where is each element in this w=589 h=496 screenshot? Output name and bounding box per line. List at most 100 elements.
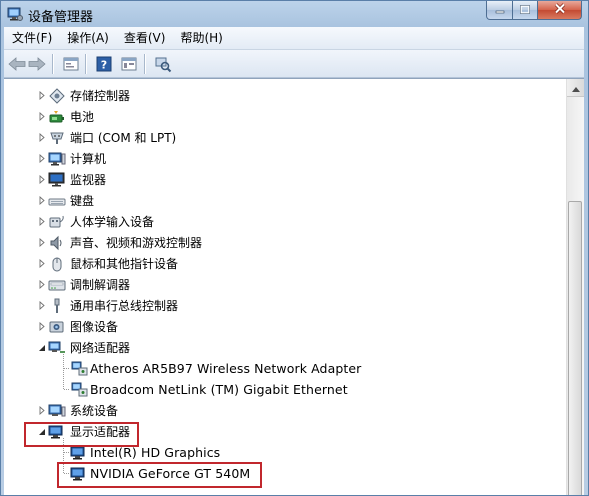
computer-icon	[48, 150, 66, 168]
tree-category-hid[interactable]: 人体学输入设备	[4, 211, 564, 232]
vertical-scrollbar[interactable]	[566, 79, 584, 495]
toolbar-separator	[85, 54, 87, 74]
expanded-arrow-icon[interactable]	[37, 427, 46, 436]
tree-category-mouse[interactable]: 鼠标和其他指针设备	[4, 253, 564, 274]
tree-category-label: 人体学输入设备	[70, 215, 155, 229]
usb-icon	[48, 297, 66, 315]
tree-category-label: 网络适配器	[70, 341, 131, 355]
maximize-button[interactable]	[513, 1, 538, 20]
modem-icon	[48, 276, 66, 294]
collapsed-arrow-icon[interactable]	[37, 280, 46, 289]
tree-category-label: 监视器	[70, 173, 107, 187]
storage-controller-icon	[48, 87, 66, 105]
tree-category-label: 调制解调器	[70, 278, 131, 292]
tree-device-broadcom-netlink-tm-gigabit-ethernet[interactable]: Broadcom NetLink (TM) Gigabit Ethernet	[4, 379, 564, 400]
expanded-arrow-icon[interactable]	[37, 343, 46, 352]
keyboard-icon	[48, 192, 66, 210]
battery-icon	[48, 108, 66, 126]
tree-device-label: Intel(R) HD Graphics	[90, 445, 221, 460]
device-manager-icon	[7, 6, 23, 22]
tree-category-modem[interactable]: 调制解调器	[4, 274, 564, 295]
properties-icon[interactable]	[62, 55, 80, 73]
toolbar: ?	[4, 50, 584, 78]
collapsed-arrow-icon[interactable]	[37, 301, 46, 310]
tree-category-imaging-device[interactable]: 图像设备	[4, 316, 564, 337]
close-button[interactable]	[538, 1, 582, 20]
display-device-icon	[70, 444, 88, 462]
menu-help[interactable]: 帮助(H)	[172, 27, 229, 49]
forward-icon[interactable]	[28, 55, 46, 73]
collapsed-arrow-icon[interactable]	[37, 154, 46, 163]
tree-category-label: 声音、视频和游戏控制器	[70, 236, 203, 250]
collapsed-arrow-icon[interactable]	[37, 322, 46, 331]
tree-category-speaker[interactable]: 声音、视频和游戏控制器	[4, 232, 564, 253]
collapsed-arrow-icon[interactable]	[37, 112, 46, 121]
maximize-icon	[520, 3, 530, 17]
collapsed-arrow-icon[interactable]	[37, 406, 46, 415]
collapsed-arrow-icon[interactable]	[37, 133, 46, 142]
tree-category-battery[interactable]: 电池	[4, 106, 564, 127]
tree-category-label: 计算机	[70, 152, 107, 166]
tree-category-label: 通用串行总线控制器	[70, 299, 179, 313]
network-device-icon	[70, 360, 88, 378]
port-icon	[48, 129, 66, 147]
tree-category-label: 电池	[70, 110, 95, 124]
tree-category-keyboard[interactable]: 键盘	[4, 190, 564, 211]
tree-category-label: 键盘	[70, 194, 95, 208]
device-manager-window: 设备管理器 文件(F) 操作(A) 查看(V) 帮助(H) ? 存储控制器 电池…	[0, 0, 589, 496]
close-icon	[554, 3, 566, 17]
back-icon[interactable]	[8, 55, 26, 73]
tree-device-label: Atheros AR5B97 Wireless Network Adapter	[90, 361, 362, 376]
collapsed-arrow-icon[interactable]	[37, 196, 46, 205]
device-tree[interactable]: 存储控制器电池端口 (COM 和 LPT) 计算机监视器键盘人体学输入设备声音、视…	[4, 78, 584, 495]
display-device-icon	[70, 465, 88, 483]
tree-category-display-adapter[interactable]: 显示适配器	[4, 421, 564, 442]
tree-category-label: 存储控制器	[70, 89, 131, 103]
toolbar-separator	[52, 54, 54, 74]
mouse-icon	[48, 255, 66, 273]
collapsed-arrow-icon[interactable]	[37, 259, 46, 268]
tree-category-monitor[interactable]: 监视器	[4, 169, 564, 190]
chevron-up-icon	[571, 81, 580, 95]
view-icon[interactable]	[120, 55, 138, 73]
collapsed-arrow-icon[interactable]	[37, 217, 46, 226]
minimize-icon	[495, 3, 505, 17]
scroll-up-button[interactable]	[567, 79, 584, 97]
menu-view[interactable]: 查看(V)	[116, 27, 173, 49]
tree-category-computer[interactable]: 计算机	[4, 148, 564, 169]
system-device-icon	[48, 402, 66, 420]
tree-device-atheros-ar5b97-wireless-network-adapter[interactable]: Atheros AR5B97 Wireless Network Adapter	[4, 358, 564, 379]
help-icon[interactable]: ?	[95, 55, 113, 73]
tree-category-storage-controller[interactable]: 存储控制器	[4, 85, 564, 106]
monitor-icon	[48, 171, 66, 189]
minimize-button[interactable]	[486, 1, 513, 20]
tree-category-usb[interactable]: 通用串行总线控制器	[4, 295, 564, 316]
imaging-device-icon	[48, 318, 66, 336]
tree-category-label: 图像设备	[70, 320, 119, 334]
menu-bar: 文件(F) 操作(A) 查看(V) 帮助(H)	[4, 27, 584, 50]
tree-device-label: NVIDIA GeForce GT 540M	[90, 466, 251, 481]
network-device-icon	[70, 381, 88, 399]
menu-file[interactable]: 文件(F)	[4, 27, 59, 49]
tree-device-nvidia-geforce-gt-540m[interactable]: NVIDIA GeForce GT 540M	[4, 463, 564, 484]
tree-category-label: 显示适配器	[70, 425, 131, 439]
tree-category-system-device[interactable]: 系统设备	[4, 400, 564, 421]
toolbar-separator	[144, 54, 146, 74]
scan-hardware-icon[interactable]	[154, 55, 172, 73]
tree-device-label: Broadcom NetLink (TM) Gigabit Ethernet	[90, 382, 348, 397]
hid-icon	[48, 213, 66, 231]
svg-text:?: ?	[101, 59, 107, 72]
window-title: 设备管理器	[28, 10, 94, 25]
tree-category-network-adapter[interactable]: 网络适配器	[4, 337, 564, 358]
speaker-icon	[48, 234, 66, 252]
collapsed-arrow-icon[interactable]	[37, 175, 46, 184]
collapsed-arrow-icon[interactable]	[37, 238, 46, 247]
window-controls	[486, 1, 582, 21]
scrollbar-thumb[interactable]	[568, 201, 582, 495]
menu-action[interactable]: 操作(A)	[59, 27, 116, 49]
collapsed-arrow-icon[interactable]	[37, 91, 46, 100]
tree-device-intel-r-hd-graphics[interactable]: Intel(R) HD Graphics	[4, 442, 564, 463]
tree-category-port[interactable]: 端口 (COM 和 LPT)	[4, 127, 564, 148]
tree-category-label: 鼠标和其他指针设备	[70, 257, 179, 271]
title-bar[interactable]: 设备管理器	[1, 1, 588, 27]
